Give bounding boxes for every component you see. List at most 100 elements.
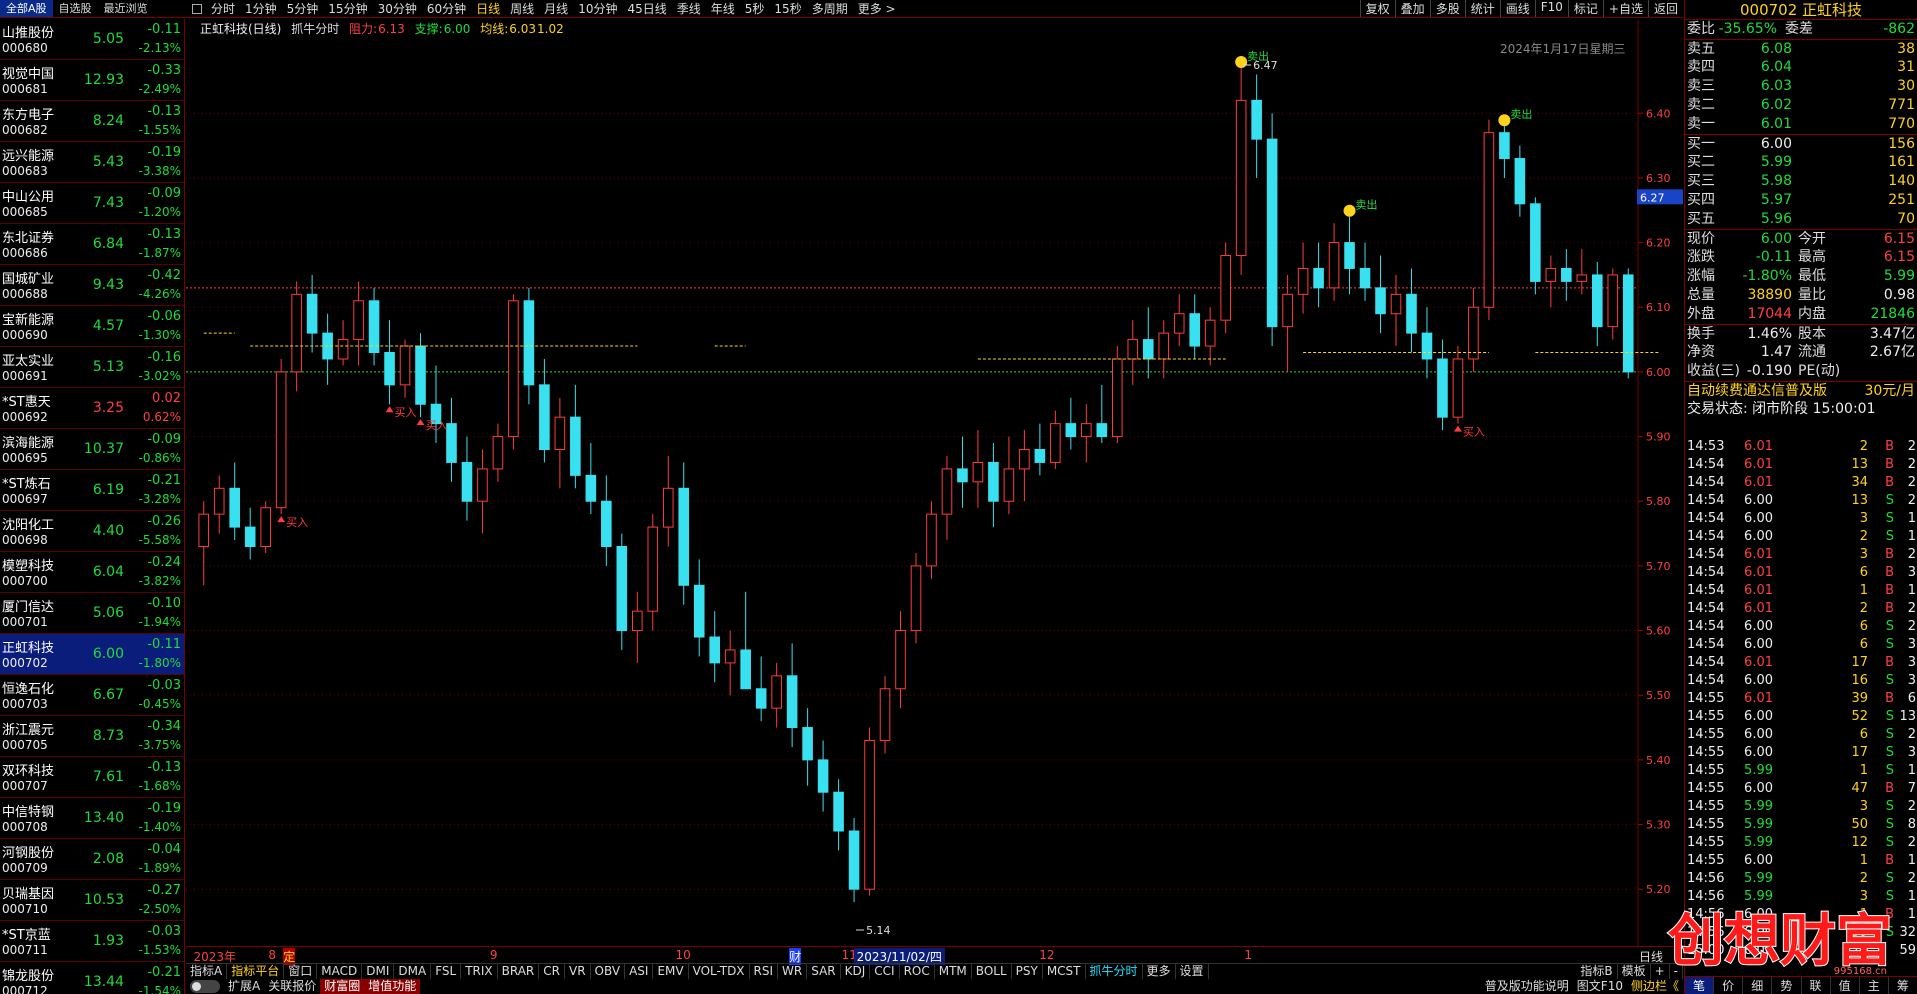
toolbar-btn-8[interactable]: 返回 [1647, 0, 1683, 17]
indicator-tab-20[interactable]: ROC [900, 964, 935, 979]
candle[interactable] [554, 397, 566, 489]
candle[interactable] [1545, 255, 1557, 308]
toolbar-btn-5[interactable]: F10 [1534, 0, 1568, 17]
candle[interactable] [198, 501, 210, 586]
candle[interactable] [1297, 242, 1309, 314]
period-11[interactable]: 季线 [672, 0, 706, 17]
indicator-tab-9[interactable]: CR [539, 964, 565, 979]
period-16[interactable]: 更多 > [853, 0, 901, 17]
stock-row[interactable]: 厦门信达 000701 5.06 -0.10 -1.94% [0, 593, 184, 634]
stock-row[interactable]: 宝新能源 000690 4.57 -0.06 -1.30% [0, 306, 184, 347]
candle[interactable] [988, 443, 999, 528]
period-8[interactable]: 月线 [539, 0, 573, 17]
toolbar-btn-6[interactable]: 标记 [1567, 0, 1603, 17]
kline-chart[interactable]: 6.40 6.30 6.20 6.10 6.00 5.90 5.80 5.70 5.60 5.50… [186, 20, 1683, 970]
quote-tab-2[interactable]: 细 [1743, 977, 1773, 994]
period-3[interactable]: 15分钟 [323, 0, 372, 17]
candle[interactable] [910, 552, 922, 644]
indicator-tab-17[interactable]: SAR [807, 964, 841, 979]
candle[interactable] [647, 514, 659, 631]
candle[interactable] [1344, 216, 1355, 295]
toolbar-btn-4[interactable]: 画线 [1499, 0, 1535, 17]
candle[interactable] [1390, 274, 1402, 347]
stock-row[interactable]: 滨海能源 000695 10.37 -0.09 -0.86% [0, 429, 184, 470]
candle[interactable] [570, 384, 581, 489]
candle[interactable] [1096, 384, 1108, 444]
panel-toggle-icon[interactable] [192, 3, 202, 14]
candle[interactable] [1421, 307, 1433, 379]
candle[interactable] [802, 708, 813, 786]
stock-row[interactable]: 双环科技 000707 7.61 -0.13 -1.68% [0, 757, 184, 798]
indicator-right-btn-1[interactable]: 模板 [1618, 964, 1651, 979]
quote-tab-5[interactable]: 值 [1831, 977, 1860, 994]
candle[interactable] [1359, 242, 1371, 301]
candle[interactable] [1251, 74, 1262, 178]
period-9[interactable]: 10分钟 [573, 0, 622, 17]
stock-row[interactable]: 贝瑞基因 000710 10.53 -0.27 -2.50% [0, 880, 184, 921]
candle[interactable] [461, 436, 473, 521]
indicator-tab-4[interactable]: DMI [362, 964, 395, 979]
expand-toggle[interactable] [190, 980, 220, 993]
candle[interactable] [1313, 242, 1324, 308]
stock-row[interactable]: 浙江震元 000705 8.73 -0.34 -3.75% [0, 716, 184, 757]
quote-tab-7[interactable]: 筹 [1889, 977, 1917, 994]
candle[interactable] [260, 501, 271, 553]
tab-0[interactable]: 全部A股 [0, 0, 53, 17]
period-7[interactable]: 周线 [505, 0, 539, 17]
candle[interactable] [585, 443, 597, 515]
candle[interactable] [291, 281, 302, 392]
candle[interactable] [213, 475, 225, 534]
period-4[interactable]: 30分钟 [373, 0, 422, 17]
candle[interactable] [740, 591, 751, 690]
stock-row[interactable]: 亚太实业 000691 5.13 -0.16 -3.02% [0, 347, 184, 388]
indicator-tab-16[interactable]: WR [778, 964, 808, 979]
candle[interactable] [601, 475, 612, 566]
period-0[interactable]: 分时 [206, 0, 240, 17]
candle[interactable] [1235, 68, 1247, 275]
stock-row[interactable]: 中信特钢 000708 13.40 -0.19 -1.40% [0, 798, 184, 839]
candle[interactable] [1561, 249, 1572, 301]
candle[interactable] [709, 611, 721, 683]
candle[interactable] [1189, 294, 1201, 359]
period-2[interactable]: 5分钟 [282, 0, 324, 17]
bottom-item-2[interactable]: 财富圈 [320, 979, 365, 994]
indicator-tab-8[interactable]: BRAR [498, 964, 540, 979]
quote-tab-0[interactable]: 笔 [1685, 977, 1715, 994]
candle[interactable] [631, 591, 643, 663]
candle[interactable] [1127, 320, 1139, 385]
candle[interactable] [724, 630, 736, 696]
indicator-tab-6[interactable]: FSL [431, 964, 462, 979]
candle[interactable] [864, 727, 875, 896]
candle[interactable] [1591, 261, 1603, 347]
candle[interactable] [446, 397, 457, 482]
indicator-tab-18[interactable]: KDJ [841, 964, 871, 979]
candle[interactable] [477, 449, 488, 534]
toolbar-btn-0[interactable]: 复权 [1359, 0, 1395, 17]
stock-row[interactable]: 沈阳化工 000698 4.40 -0.26 -5.58% [0, 511, 184, 552]
candle[interactable] [957, 436, 968, 508]
indicator-tab-13[interactable]: EMV [653, 964, 689, 979]
candle[interactable] [833, 779, 844, 851]
candle[interactable] [662, 455, 674, 547]
stock-row[interactable]: 正虹科技 000702 6.00 -0.11 -1.80% [0, 634, 184, 675]
candle[interactable] [368, 287, 380, 366]
stock-row[interactable]: 视觉中国 000681 12.93 -0.33 -2.49% [0, 60, 184, 101]
toolbar-btn-2[interactable]: 多股 [1429, 0, 1465, 17]
indicator-tab-1[interactable]: 指标平台 [227, 964, 285, 979]
candle[interactable] [1034, 423, 1046, 476]
stock-row[interactable]: *ST惠天 000692 3.25 0.02 0.62% [0, 388, 184, 429]
candle[interactable] [353, 281, 364, 366]
bottom-right-2[interactable]: 侧边栏《 [1627, 979, 1683, 994]
candle[interactable] [229, 462, 241, 541]
candle[interactable] [1158, 320, 1170, 379]
period-6[interactable]: 日线 [471, 0, 505, 17]
indicator-tab-5[interactable]: DMA [394, 964, 432, 979]
period-12[interactable]: 年线 [706, 0, 740, 17]
bottom-right-1[interactable]: 图文F10 [1573, 979, 1627, 994]
stock-row[interactable]: 远兴能源 000683 5.43 -0.19 -3.38% [0, 142, 184, 183]
candle[interactable] [1452, 346, 1464, 424]
period-13[interactable]: 5秒 [740, 0, 770, 17]
candle[interactable] [1142, 307, 1154, 379]
candle[interactable] [879, 675, 891, 754]
candle[interactable] [786, 643, 798, 747]
